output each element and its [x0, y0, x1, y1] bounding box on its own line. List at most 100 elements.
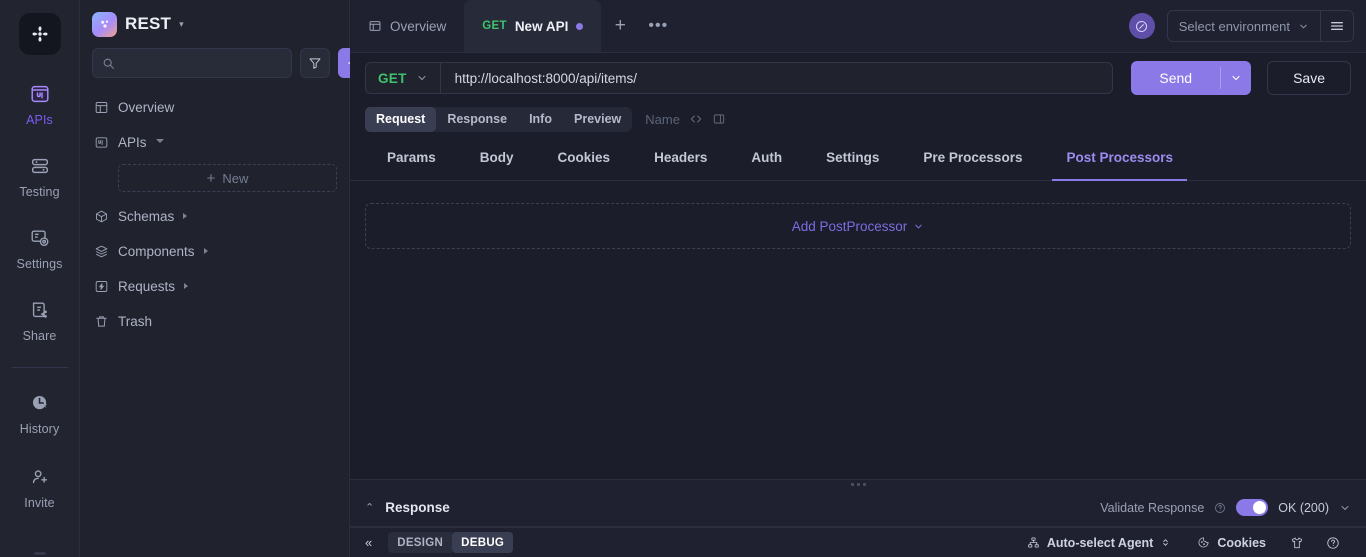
code-icon[interactable] [689, 112, 703, 126]
split-panel-icon[interactable] [712, 112, 726, 126]
rail-item-apis[interactable]: APIs [0, 81, 80, 127]
chevron-down-icon[interactable]: ▾ [179, 19, 184, 29]
tab-overflow-menu[interactable]: ••• [639, 0, 677, 52]
validate-response-label: Validate Response [1100, 500, 1205, 515]
send-button-label: Send [1159, 70, 1193, 86]
request-body-panel: Add PostProcessor [350, 181, 1366, 479]
help-icon[interactable] [1214, 502, 1226, 514]
chevron-down-icon[interactable] [1339, 502, 1351, 514]
sidebar-item-components[interactable]: Components [92, 238, 337, 264]
agent-select[interactable]: Auto-select Agent [1014, 536, 1185, 550]
tab-params[interactable]: Params [365, 135, 458, 180]
save-button[interactable]: Save [1267, 61, 1351, 95]
sidebar-item-overview[interactable]: Overview [92, 94, 337, 120]
tab-new-api[interactable]: GET New API [464, 0, 602, 52]
sort-caret-icon [1160, 537, 1171, 548]
agent-label: Auto-select Agent [1046, 535, 1154, 550]
mode-design[interactable]: DESIGN [388, 532, 453, 553]
apis-tree-icon [94, 135, 109, 150]
drag-handle-icon [850, 483, 866, 486]
overview-tab-icon [368, 19, 382, 33]
footer-bar: « DESIGN DEBUG Auto-select Agent Cookies [350, 527, 1366, 557]
validate-response-toggle[interactable] [1236, 499, 1269, 516]
workspace-header[interactable]: REST ▾ [80, 0, 349, 48]
view-tab-group: Request Response Info Preview [365, 106, 633, 132]
method-label: GET [378, 70, 407, 86]
tab-overview[interactable]: Overview [350, 0, 464, 52]
cookies-button[interactable]: Cookies [1184, 536, 1279, 550]
rail-item-history[interactable]: History [0, 390, 80, 436]
rail-item-testing[interactable]: Testing [0, 153, 80, 199]
sidebar-item-apis[interactable]: APIs [92, 129, 337, 155]
collapse-response-icon[interactable]: ⌃ [365, 501, 374, 514]
mode-debug[interactable]: DEBUG [452, 532, 514, 553]
editor-tabstrip: Overview GET New API + ••• Select enviro… [350, 0, 1366, 53]
environment-icon[interactable] [1128, 13, 1155, 39]
rail-item-label: APIs [26, 113, 53, 127]
tab-auth[interactable]: Auth [729, 135, 804, 180]
send-button[interactable]: Send [1131, 61, 1252, 95]
tab-info[interactable]: Info [518, 107, 563, 132]
mode-toggle-group: DESIGN DEBUG [388, 532, 514, 553]
main-area: Overview GET New API + ••• Select enviro… [350, 0, 1366, 557]
response-title: Response [385, 500, 450, 515]
plus-icon: + [206, 169, 216, 187]
sidebar-item-label: Components [118, 243, 195, 259]
rail-item-label: Testing [19, 185, 60, 199]
tab-body[interactable]: Body [458, 135, 536, 180]
sidebar-item-label: APIs [118, 134, 147, 150]
tab-headers[interactable]: Headers [632, 135, 729, 180]
unsaved-dot-icon [576, 22, 584, 30]
share-icon [29, 297, 51, 323]
tab-request[interactable]: Request [365, 106, 437, 132]
environment-select-label: Select environment [1178, 18, 1290, 34]
chevron-down-icon[interactable] [1221, 61, 1251, 95]
tab-cookies[interactable]: Cookies [536, 135, 633, 180]
components-icon [94, 244, 109, 259]
testing-icon [29, 153, 51, 179]
sidebar-item-trash[interactable]: Trash [92, 308, 337, 334]
app-root: APIs Testing Settings Share History Invi… [0, 0, 1366, 557]
settings-icon [29, 225, 51, 251]
schemas-icon [94, 209, 109, 224]
url-input[interactable] [440, 70, 1113, 86]
add-postprocessor-button[interactable]: Add PostProcessor [365, 203, 1351, 249]
left-icon-rail: APIs Testing Settings Share History Invi… [0, 0, 80, 557]
request-name-label: Name [645, 111, 680, 127]
cookies-label: Cookies [1217, 535, 1266, 550]
tab-pre-processors[interactable]: Pre Processors [901, 135, 1044, 180]
sidebar-item-schemas[interactable]: Schemas [92, 203, 337, 229]
save-button-label: Save [1293, 70, 1325, 86]
overview-icon [94, 100, 109, 115]
tab-response[interactable]: Response [436, 107, 518, 132]
history-icon [29, 390, 51, 416]
collapse-sidebar-icon[interactable]: « [365, 535, 372, 550]
new-api-button[interactable]: + New [118, 164, 337, 192]
sidebar-item-requests[interactable]: Requests [92, 273, 337, 299]
chevron-right-icon[interactable] [184, 283, 189, 289]
chevron-right-icon[interactable] [183, 213, 188, 219]
tab-label: Overview [390, 18, 447, 34]
method-select[interactable]: GET [366, 63, 441, 93]
tab-preview[interactable]: Preview [563, 107, 632, 132]
rail-item-invite[interactable]: Invite [0, 464, 80, 510]
add-tab-button[interactable]: + [601, 0, 639, 52]
sidebar-item-label: Requests [118, 278, 176, 294]
app-logo-icon[interactable] [18, 13, 61, 55]
chevron-down-icon [416, 72, 428, 84]
rail-item-settings[interactable]: Settings [0, 225, 80, 271]
new-api-label: New [222, 170, 249, 186]
search-box[interactable] [92, 48, 292, 78]
hamburger-icon[interactable] [1320, 10, 1354, 42]
search-input[interactable] [121, 56, 282, 70]
rail-item-share[interactable]: Share [0, 297, 80, 343]
chevron-down-icon[interactable] [155, 138, 164, 146]
help-circle-icon[interactable] [1315, 536, 1351, 550]
tshirt-icon[interactable] [1279, 536, 1315, 550]
chevron-right-icon[interactable] [203, 248, 208, 254]
tab-settings[interactable]: Settings [804, 135, 901, 180]
environment-select[interactable]: Select environment [1166, 10, 1320, 42]
filter-icon[interactable] [300, 48, 330, 78]
tab-post-processors[interactable]: Post Processors [1044, 135, 1195, 181]
response-splitter[interactable] [350, 479, 1366, 489]
